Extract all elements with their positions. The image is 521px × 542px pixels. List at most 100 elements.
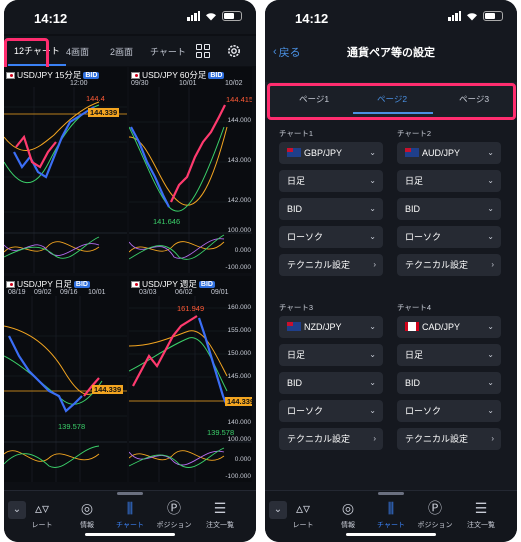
price-type-select[interactable]: BID ⌄ <box>279 372 383 394</box>
chevron-right-icon: › <box>491 434 494 443</box>
chevron-right-icon: › <box>491 260 494 269</box>
chevron-down-icon: ⌄ <box>487 350 494 359</box>
chevron-down-icon: ⌄ <box>487 378 494 387</box>
timeframe-select[interactable]: 日足 ⌄ <box>279 170 383 192</box>
price-type-select[interactable]: BID ⌄ <box>397 372 501 394</box>
date-label: 09/01 <box>211 289 229 296</box>
technical-settings-button[interactable]: テクニカル設定 › <box>397 254 501 276</box>
tab-chart[interactable]: チャート <box>144 36 192 66</box>
pair-select[interactable]: GBP/JPY ⌄ <box>279 142 383 164</box>
chart-3-price: 144.339 <box>92 385 124 394</box>
nav-position[interactable]: Ⓟ ポジション <box>415 499 455 530</box>
nav-info[interactable]: ◎ 情報 <box>67 499 107 530</box>
settings-header: ‹ 戻る 通貨ペア等の設定 <box>265 34 517 68</box>
bottom-nav: ⌄ ▵▿ レート ◎ 情報 ⫼ チャート Ⓟ ポジション ☰ 注文一覧 <box>4 490 256 542</box>
signal-icon <box>448 11 461 21</box>
gear-icon[interactable] <box>226 43 242 59</box>
chart-4-high: 161.949 <box>177 304 205 313</box>
ca-flag-icon <box>405 322 419 331</box>
date-label: 12:00 <box>70 80 88 87</box>
settings-screen: 14:12 ‹ 戻る 通貨ペア等の設定 ページ1 ページ2 ページ3 チャート1 … <box>265 0 517 542</box>
highlight-pages-box <box>267 83 516 120</box>
rate-icon: ▵▿ <box>34 500 50 516</box>
chart-panel-1[interactable]: USD/JPY 15分足 BID 12:00 144.4 144.339 <box>4 67 127 273</box>
candlestick-icon: ⫼ <box>387 500 395 516</box>
chart-style-select[interactable]: ローソク ⌄ <box>279 226 383 248</box>
chart-panel-3[interactable]: USD/JPY 日足 BID 08/19 09/02 09/16 10/01 1… <box>4 276 127 482</box>
chart-panel-4[interactable]: USD/JPY 週足 BID 03/03 06/02 09/01 160.000… <box>129 276 252 482</box>
drawer-handle[interactable] <box>117 492 143 495</box>
nav-chart[interactable]: ⫼ チャート <box>371 499 411 530</box>
chart-config-2: チャート2 AUD/JPY ⌄ 日足 ⌄ BID ⌄ ローソク ⌄ テクニカル設定 › <box>397 128 501 282</box>
chart-panel-2[interactable]: USD/JPY 60分足 BID 09/30 10/01 10/02 144.0… <box>129 67 252 273</box>
tab-2-screens[interactable]: 2画面 <box>104 36 139 66</box>
us-flag-icon <box>131 280 140 288</box>
nav-orders[interactable]: ☰ 注文一覧 <box>200 499 240 530</box>
chevron-down-icon: ⌄ <box>487 406 494 415</box>
osc-tick: 0.000 <box>234 456 251 463</box>
status-icons <box>448 11 503 21</box>
us-flag-icon <box>131 71 140 79</box>
y-tick: 145.000 <box>227 373 252 380</box>
nav-orders[interactable]: ☰ 注文一覧 <box>461 499 501 530</box>
globe-icon: ◎ <box>80 500 94 516</box>
chart-style-select[interactable]: ローソク ⌄ <box>397 400 501 422</box>
pair-select[interactable]: AUD/JPY ⌄ <box>397 142 501 164</box>
nav-info[interactable]: ◎ 情報 <box>328 499 368 530</box>
technical-settings-button[interactable]: テクニカル設定 › <box>397 428 501 450</box>
status-bar: 14:12 <box>265 0 517 34</box>
nav-chart[interactable]: ⫼ チャート <box>110 499 150 530</box>
chart-config-label: チャート3 <box>279 303 314 312</box>
nav-rate[interactable]: ▵▿ レート <box>22 499 62 530</box>
chart-2-pair: USD/JPY <box>142 70 178 80</box>
chart-3-pair: USD/JPY <box>17 279 53 289</box>
chevron-down-icon: ⌄ <box>369 350 376 359</box>
date-label: 08/19 <box>8 289 26 296</box>
grid-icon[interactable] <box>196 44 210 58</box>
tab-4-screens[interactable]: 4画面 <box>60 36 95 66</box>
price-type-select[interactable]: BID ⌄ <box>397 198 501 220</box>
timeframe-select[interactable]: 日足 ⌄ <box>397 170 501 192</box>
technical-settings-button[interactable]: テクニカル設定 › <box>279 254 383 276</box>
chart-config-3: チャート3 NZD/JPY ⌄ 日足 ⌄ BID ⌄ ローソク ⌄ テクニカル設定 › <box>279 302 383 456</box>
globe-icon: ◎ <box>341 500 355 516</box>
pair-select[interactable]: CAD/JPY ⌄ <box>397 316 501 338</box>
price-type-select[interactable]: BID ⌄ <box>279 198 383 220</box>
status-bar: 14:12 <box>4 0 256 34</box>
bottom-nav: ⌄ ▵▿ レート ◎ 情報 ⫼ チャート Ⓟ ポジション ☰ 注文一覧 <box>265 490 517 542</box>
drawer-handle[interactable] <box>378 492 404 495</box>
chart-style-select[interactable]: ローソク ⌄ <box>397 226 501 248</box>
chevron-down-icon: ⌄ <box>369 148 376 157</box>
y-tick: 143.000 <box>227 157 252 164</box>
home-indicator <box>346 533 436 536</box>
timeframe-select[interactable]: 日足 ⌄ <box>279 344 383 366</box>
pair-select[interactable]: NZD/JPY ⌄ <box>279 316 383 338</box>
us-flag-icon <box>6 71 15 79</box>
osc-tick: 0.000 <box>234 247 251 254</box>
chart-3-low: 139.578 <box>58 422 86 431</box>
y-tick: 155.000 <box>227 327 252 334</box>
y-tick: 160.000 <box>227 304 252 311</box>
chart-style-select[interactable]: ローソク ⌄ <box>279 400 383 422</box>
nav-rate[interactable]: ▵▿ レート <box>283 499 323 530</box>
home-indicator <box>85 533 175 536</box>
date-label: 09/02 <box>34 289 52 296</box>
chevron-right-icon: › <box>373 260 376 269</box>
timeframe-select[interactable]: 日足 ⌄ <box>397 344 501 366</box>
technical-settings-button[interactable]: テクニカル設定 › <box>279 428 383 450</box>
nav-position[interactable]: Ⓟ ポジション <box>154 499 194 530</box>
chevron-down-icon: ⌄ <box>369 322 376 331</box>
osc-tick: -100.000 <box>225 473 251 480</box>
chart-config-label: チャート2 <box>397 129 432 138</box>
date-label: 03/03 <box>139 289 157 296</box>
date-label: 06/02 <box>175 289 193 296</box>
list-icon: ☰ <box>474 500 488 516</box>
position-icon: Ⓟ <box>428 500 442 516</box>
chart-config-label: チャート1 <box>279 129 314 138</box>
gb-flag-icon <box>287 148 301 157</box>
page-title: 通貨ペア等の設定 <box>347 47 435 59</box>
bid-badge: BID <box>208 71 225 79</box>
charts-screen: 14:12 12チャート 4画面 2画面 チャート USD/JPY 15分足 B… <box>4 0 256 542</box>
bid-badge: BID <box>83 71 100 79</box>
osc-tick: 100.000 <box>227 227 252 234</box>
